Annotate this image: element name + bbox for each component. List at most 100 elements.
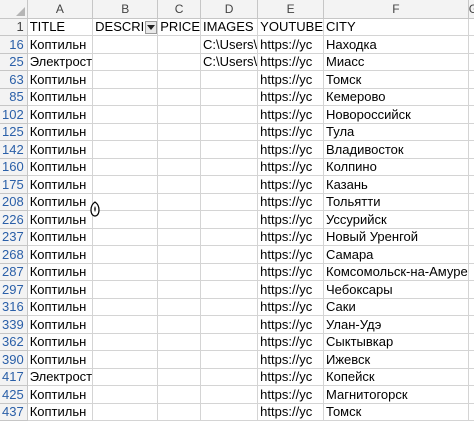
select-all-corner[interactable]: [0, 0, 28, 19]
youtube-cell[interactable]: https://yc: [257, 210, 325, 229]
extra-cell[interactable]: [468, 403, 474, 421]
description-cell[interactable]: [92, 35, 159, 54]
title-cell[interactable]: Коптильн: [27, 263, 94, 281]
price-cell[interactable]: [157, 140, 201, 159]
description-cell[interactable]: [92, 403, 159, 421]
price-cell[interactable]: [157, 35, 201, 54]
city-cell[interactable]: Томск: [323, 403, 469, 421]
description-cell[interactable]: [92, 245, 159, 264]
images-cell[interactable]: C:\Users\: [200, 35, 259, 54]
youtube-cell[interactable]: https://yc: [257, 53, 325, 71]
youtube-cell[interactable]: https://yc: [257, 88, 325, 106]
row-number[interactable]: 175: [0, 175, 28, 194]
row-number[interactable]: 208: [0, 193, 28, 211]
city-cell[interactable]: Сыктывкар: [323, 333, 469, 351]
title-cell[interactable]: Коптильн: [27, 245, 94, 264]
youtube-cell[interactable]: https://yc: [257, 350, 325, 369]
extra-cell[interactable]: [468, 315, 474, 334]
extra-cell[interactable]: [468, 333, 474, 351]
filter-dropdown-icon[interactable]: [145, 21, 157, 35]
column-header-d[interactable]: D: [200, 0, 259, 19]
extra-cell[interactable]: [468, 105, 474, 124]
row-number[interactable]: 297: [0, 280, 28, 299]
price-cell[interactable]: [157, 123, 201, 141]
description-cell[interactable]: [92, 228, 159, 246]
city-cell[interactable]: Новый Уренгой: [323, 228, 469, 246]
row-number[interactable]: 25: [0, 53, 28, 71]
youtube-cell[interactable]: https://yc: [257, 245, 325, 264]
field-youtube-cell[interactable]: YOUTUBE: [257, 18, 325, 36]
images-cell[interactable]: [200, 88, 259, 106]
images-cell[interactable]: [200, 333, 259, 351]
youtube-cell[interactable]: https://yc: [257, 70, 325, 89]
extra-cell[interactable]: [468, 123, 474, 141]
extra-cell[interactable]: [468, 368, 474, 386]
city-cell[interactable]: Кемерово: [323, 88, 469, 106]
price-cell[interactable]: [157, 298, 201, 316]
youtube-cell[interactable]: https://yc: [257, 298, 325, 316]
title-cell[interactable]: Коптильн: [27, 210, 94, 229]
title-cell[interactable]: Коптильн: [27, 228, 94, 246]
description-cell[interactable]: [92, 280, 159, 299]
price-cell[interactable]: [157, 105, 201, 124]
price-cell[interactable]: [157, 158, 201, 176]
city-cell[interactable]: Улан-Удэ: [323, 315, 469, 334]
images-cell[interactable]: [200, 158, 259, 176]
youtube-cell[interactable]: https://yc: [257, 228, 325, 246]
title-cell[interactable]: Коптильн: [27, 315, 94, 334]
field-images-cell[interactable]: IMAGES: [200, 18, 259, 36]
description-cell[interactable]: [92, 70, 159, 89]
images-cell[interactable]: [200, 193, 259, 211]
images-cell[interactable]: [200, 263, 259, 281]
price-cell[interactable]: [157, 245, 201, 264]
title-cell[interactable]: Коптильн: [27, 350, 94, 369]
price-cell[interactable]: [157, 280, 201, 299]
row-number[interactable]: 287: [0, 263, 28, 281]
row-number[interactable]: 102: [0, 105, 28, 124]
row-number[interactable]: 316: [0, 298, 28, 316]
description-cell[interactable]: [92, 298, 159, 316]
images-cell[interactable]: [200, 175, 259, 194]
row-number[interactable]: 362: [0, 333, 28, 351]
extra-cell[interactable]: [468, 175, 474, 194]
price-cell[interactable]: [157, 333, 201, 351]
price-cell[interactable]: [157, 350, 201, 369]
row-number[interactable]: 390: [0, 350, 28, 369]
images-cell[interactable]: [200, 368, 259, 386]
description-cell[interactable]: [92, 210, 159, 229]
title-cell[interactable]: Коптильн: [27, 175, 94, 194]
title-cell[interactable]: Коптильн: [27, 123, 94, 141]
extra-cell[interactable]: [468, 193, 474, 211]
price-cell[interactable]: [157, 53, 201, 71]
city-cell[interactable]: Ижевск: [323, 350, 469, 369]
images-cell[interactable]: [200, 315, 259, 334]
price-cell[interactable]: [157, 88, 201, 106]
price-cell[interactable]: [157, 70, 201, 89]
city-cell[interactable]: Казань: [323, 175, 469, 194]
description-cell[interactable]: [92, 158, 159, 176]
column-header-f[interactable]: F: [323, 0, 469, 19]
price-cell[interactable]: [157, 368, 201, 386]
row-number[interactable]: 425: [0, 385, 28, 404]
city-cell[interactable]: Владивосток: [323, 140, 469, 159]
row-number[interactable]: 16: [0, 35, 28, 54]
row-number[interactable]: 142: [0, 140, 28, 159]
extra-cell[interactable]: [468, 158, 474, 176]
row-number[interactable]: 63: [0, 70, 28, 89]
column-header-c[interactable]: C: [157, 0, 201, 19]
youtube-cell[interactable]: https://yc: [257, 333, 325, 351]
city-cell[interactable]: Миасс: [323, 53, 469, 71]
images-cell[interactable]: [200, 123, 259, 141]
price-cell[interactable]: [157, 210, 201, 229]
youtube-cell[interactable]: https://yc: [257, 158, 325, 176]
youtube-cell[interactable]: https://yc: [257, 280, 325, 299]
images-cell[interactable]: [200, 140, 259, 159]
column-header-g[interactable]: G: [468, 0, 474, 19]
youtube-cell[interactable]: https://yc: [257, 140, 325, 159]
images-cell[interactable]: [200, 403, 259, 421]
description-cell[interactable]: [92, 53, 159, 71]
row-number[interactable]: 125: [0, 123, 28, 141]
extra-cell[interactable]: [468, 228, 474, 246]
images-cell[interactable]: [200, 70, 259, 89]
youtube-cell[interactable]: https://yc: [257, 193, 325, 211]
